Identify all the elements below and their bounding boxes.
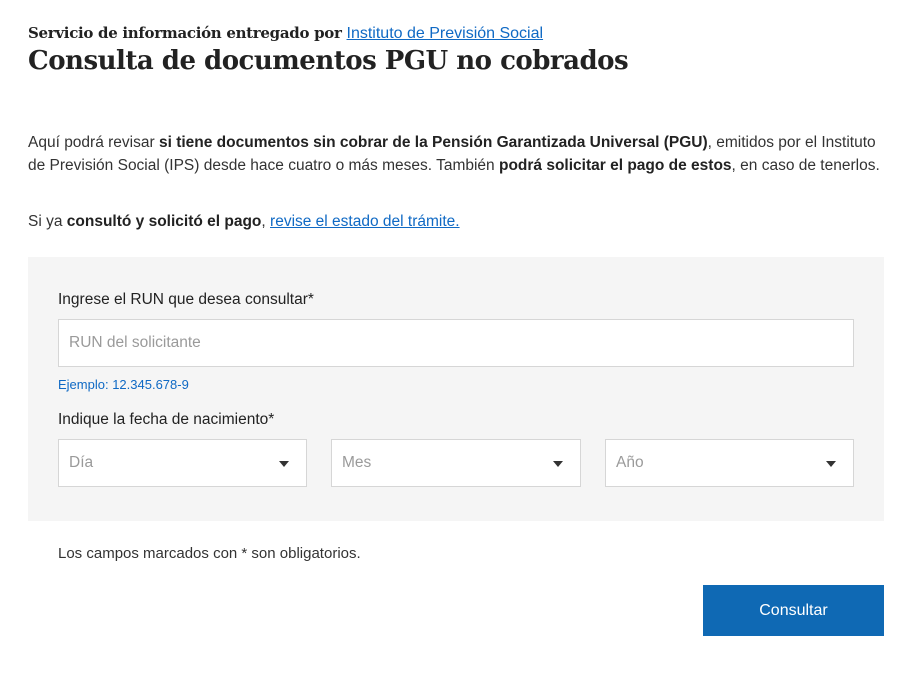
check-status-link[interactable]: revise el estado del trámite. (270, 213, 460, 230)
chevron-down-icon (279, 461, 289, 467)
status-bold: consultó y solicitó el pago (66, 213, 262, 230)
status-text: , (261, 213, 271, 230)
page-title: Consulta de documentos PGU no cobrados (28, 46, 629, 76)
run-input[interactable] (69, 320, 843, 366)
run-field[interactable] (58, 319, 854, 367)
run-label: Ingrese el RUN que desea consultar* (58, 291, 314, 308)
consultar-button[interactable]: Consultar (703, 585, 884, 636)
intro-bold: si tiene documentos sin cobrar de la Pen… (158, 134, 708, 151)
provider-link[interactable]: Instituto de Previsión Social (347, 25, 544, 42)
chevron-down-icon (553, 461, 563, 467)
intro-text: , en caso de tenerlos. (731, 157, 880, 174)
birthdate-label: Indique la fecha de nacimiento* (58, 411, 275, 428)
day-select[interactable]: Día (58, 439, 307, 487)
day-placeholder: Día (69, 454, 94, 471)
intro-bold: podrá solicitar el pago de estos (498, 157, 732, 174)
intro-paragraph: Aquí podrá revisar si tiene documentos s… (28, 131, 884, 177)
provider-prefix: Servicio de información entregado por (28, 24, 342, 42)
intro-text: Aquí podrá revisar (28, 134, 159, 151)
month-select[interactable]: Mes (331, 439, 581, 487)
year-placeholder: Año (616, 454, 644, 471)
status-paragraph: Si ya consultó y solicitó el pago, revis… (28, 210, 460, 233)
query-form: Ingrese el RUN que desea consultar* Ejem… (28, 257, 884, 521)
chevron-down-icon (826, 461, 836, 467)
run-example: Ejemplo: 12.345.678-9 (58, 377, 189, 392)
year-select[interactable]: Año (605, 439, 854, 487)
service-provider: Servicio de información entregado por In… (28, 24, 543, 43)
status-text: Si ya (28, 213, 67, 230)
month-placeholder: Mes (342, 454, 372, 471)
required-fields-note: Los campos marcados con * son obligatori… (58, 545, 361, 562)
